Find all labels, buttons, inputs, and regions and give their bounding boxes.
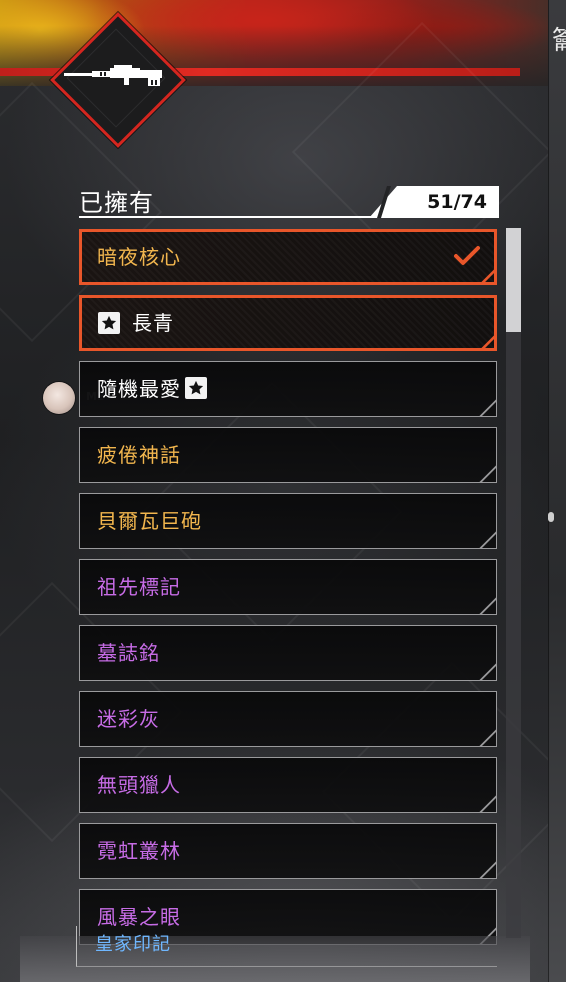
list-item-label: 長青 (132, 311, 174, 335)
skin-list: 暗夜核心 長青 隨機最愛 疲倦神話 貝爾瓦巨砲 祖先標記 墓誌銘 迷彩灰 無頭獵人 霓虹叢林 風暴之… (0, 0, 566, 982)
list-item-partial[interactable]: 皇家印記 (76, 926, 497, 967)
list-item[interactable]: 暗夜核心 (79, 229, 497, 285)
list-item[interactable]: 祖先標記 (79, 559, 497, 615)
list-item-label: 貝爾瓦巨砲 (97, 509, 202, 533)
list-item[interactable]: 隨機最愛 (79, 361, 497, 417)
list-item-label: 霓虹叢林 (97, 839, 181, 863)
scrollbar-thumb[interactable] (506, 228, 521, 332)
list-item[interactable]: 貝爾瓦巨砲 (79, 493, 497, 549)
list-item[interactable]: 疲倦神話 (79, 427, 497, 483)
list-item[interactable]: 迷彩灰 (79, 691, 497, 747)
list-item[interactable]: 霓虹叢林 (79, 823, 497, 879)
list-item-label: 隨機最愛 (97, 362, 207, 416)
star-icon (185, 377, 207, 399)
star-icon (98, 312, 120, 334)
list-item-label: 疲倦神話 (97, 443, 181, 467)
list-item-label: 迷彩灰 (97, 707, 160, 731)
list-item[interactable]: 無頭獵人 (79, 757, 497, 813)
list-item-label: 祖先標記 (97, 575, 181, 599)
list-item-label: 皇家印記 (95, 934, 171, 955)
checkmark-icon (454, 246, 480, 270)
list-item-label: 墓誌銘 (97, 641, 160, 665)
scrollbar-track[interactable] (506, 228, 521, 938)
list-item[interactable]: 墓誌銘 (79, 625, 497, 681)
list-item[interactable]: 長青 (79, 295, 497, 351)
list-item-label: 無頭獵人 (97, 773, 181, 797)
list-item-label: 暗夜核心 (97, 245, 181, 269)
